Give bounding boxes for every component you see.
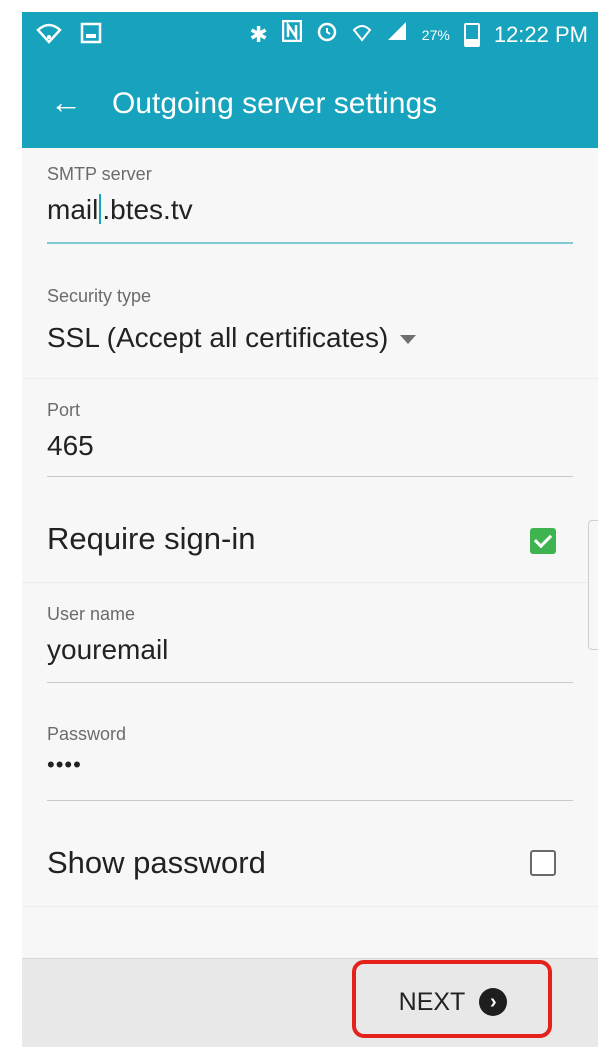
alarm-icon: [316, 20, 338, 50]
phone-screen: ✱ 27% 12:22 PM ← Outgoing server setting…: [0, 0, 598, 1047]
user-name-input[interactable]: youremail: [47, 634, 168, 666]
security-type-value[interactable]: SSL (Accept all certificates): [47, 322, 417, 354]
wifi-signal-icon: [352, 20, 372, 50]
user-name-field[interactable]: User name youremail: [47, 604, 573, 684]
password-label: Password: [47, 724, 127, 744]
show-password-label: Show password: [47, 845, 266, 880]
divider: [22, 906, 598, 907]
image-icon: [80, 22, 102, 52]
security-type-dropdown[interactable]: Security type SSL (Accept all certificat…: [47, 286, 573, 356]
password-field[interactable]: Password ••••: [47, 724, 573, 804]
bluetooth-icon: ✱: [249, 22, 268, 47]
edge-panel-handle[interactable]: [588, 520, 598, 650]
smtp-server-underline: [47, 242, 573, 244]
wifi-icon: [36, 22, 62, 52]
status-bar-left: [36, 22, 102, 52]
smtp-server-input[interactable]: mail .btes.tv: [47, 194, 193, 226]
password-input[interactable]: ••••: [47, 752, 82, 778]
page-title: Outgoing server settings: [112, 87, 438, 120]
require-sign-in-checkbox[interactable]: [530, 528, 556, 554]
status-bar: ✱ 27% 12:22 PM: [22, 12, 598, 62]
divider: [22, 378, 598, 379]
dropdown-caret-icon: [400, 335, 417, 345]
password-underline: [47, 800, 573, 801]
user-name-label: User name: [47, 604, 136, 624]
nfc-icon: [281, 19, 303, 50]
smtp-server-value-start: mail: [47, 194, 99, 225]
clock: 12:22 PM: [493, 22, 588, 47]
settings-form: SMTP server mail .btes.tv Security type S…: [22, 148, 598, 958]
battery-icon: [463, 23, 480, 47]
security-type-selected: SSL (Accept all certificates): [47, 322, 389, 353]
user-name-underline: [47, 682, 573, 683]
smtp-server-value-end: .btes.tv: [102, 194, 193, 225]
show-password-checkbox[interactable]: [530, 850, 556, 876]
next-button-label: NEXT: [398, 987, 466, 1016]
next-button[interactable]: NEXT ›: [378, 980, 528, 1024]
port-input[interactable]: 465: [47, 430, 94, 462]
battery-percent: 27%: [421, 27, 450, 43]
port-label: Port: [47, 400, 81, 420]
status-bar-right: ✱ 27% 12:22 PM: [249, 19, 588, 50]
port-field[interactable]: Port 465: [47, 400, 573, 480]
app-bar: ← Outgoing server settings: [22, 62, 598, 148]
cell-signal-icon: [386, 20, 408, 50]
back-arrow-icon[interactable]: ←: [50, 82, 82, 122]
require-sign-in-label: Require sign-in: [47, 521, 256, 556]
security-type-label: Security type: [47, 286, 152, 306]
chevron-right-icon: ›: [479, 988, 508, 1016]
port-underline: [47, 476, 573, 477]
smtp-server-label: SMTP server: [47, 164, 152, 184]
divider: [22, 582, 598, 583]
smtp-server-field[interactable]: SMTP server mail .btes.tv: [47, 164, 573, 248]
